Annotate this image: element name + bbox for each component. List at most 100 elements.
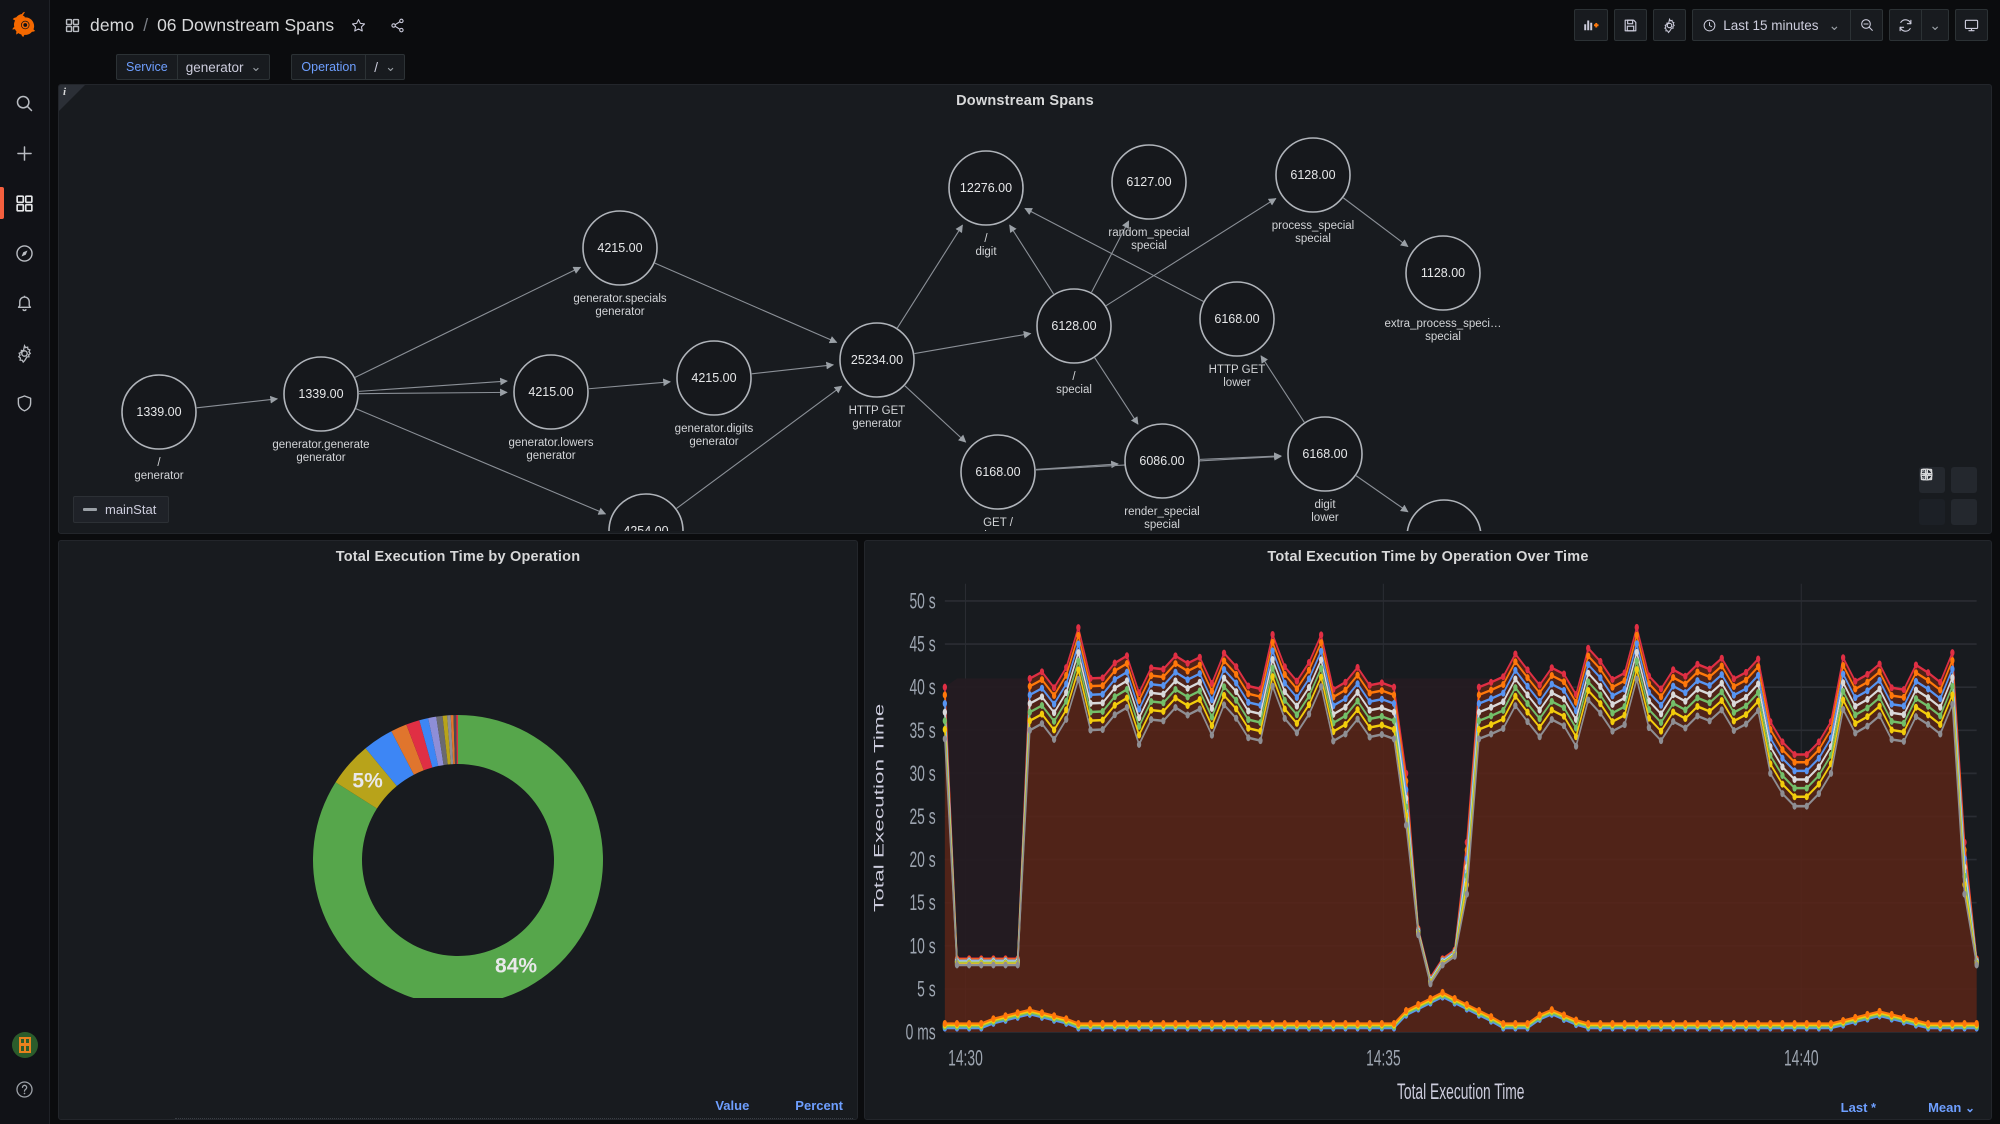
series-point <box>1561 678 1567 686</box>
series-point <box>1391 717 1397 725</box>
node-graph-node[interactable]: 6168.00 GET /lower <box>960 434 1036 531</box>
series-point <box>1695 685 1700 693</box>
node-graph-node[interactable] <box>1406 499 1482 531</box>
save-dashboard-button[interactable] <box>1614 9 1648 41</box>
add-panel-button[interactable] <box>1574 9 1609 41</box>
node-main-stat: 25234.00 <box>851 353 903 367</box>
zoom-out-time-button[interactable] <box>1851 9 1884 41</box>
time-range-group: Last 15 minutes ⌄ <box>1692 9 1884 41</box>
series-point <box>1586 652 1591 660</box>
series-point <box>1853 694 1858 702</box>
refresh-interval-dropdown[interactable]: ⌄ <box>1922 9 1949 41</box>
panel-info-icon[interactable]: i <box>63 86 66 98</box>
sidebar-item-create[interactable] <box>0 128 50 178</box>
node-graph-node[interactable]: 1339.00 generator.generategenerator <box>272 356 370 464</box>
timeseries-body[interactable]: Total Execution Time 0 ms 5 s 10 s 15 s 20 s 2… <box>865 567 1991 1119</box>
node-graph-node[interactable]: 1339.00 /generator <box>121 374 197 482</box>
node-graph-node[interactable]: 4215.00 generator.lowersgenerator <box>508 354 594 462</box>
sidebar-item-server-admin[interactable] <box>0 378 50 428</box>
node-graph-node[interactable]: 1128.00 extra_process_speci…special <box>1385 235 1502 343</box>
node-main-stat: 4215.00 <box>528 385 573 399</box>
breadcrumb-folder[interactable]: demo <box>90 15 134 36</box>
template-variables: Service generator ⌄ Operation / ⌄ <box>50 50 2000 84</box>
series-point <box>1756 655 1761 663</box>
series-point <box>1197 678 1202 686</box>
series-point <box>1889 709 1894 717</box>
layout-hierarchy-button[interactable] <box>1919 468 1945 525</box>
y-axis-tick-label: 50 s <box>910 588 936 613</box>
series-point <box>1853 720 1858 728</box>
node-graph-node[interactable]: 6127.00 random_specialspecial <box>1108 144 1190 252</box>
pie-legend-header-percent[interactable]: Percent <box>795 1098 843 1113</box>
node-graph-canvas[interactable]: 1339.00/generator 1339.00 generator.genera… <box>59 111 1991 533</box>
node-graph-node[interactable]: 25234.00 HTTP GETgenerator <box>839 322 915 430</box>
sidebar-item-dashboards[interactable] <box>0 178 50 228</box>
node-label: process_special <box>1272 220 1354 232</box>
pie-chart-body[interactable]: 84% 5% <box>59 567 857 1119</box>
node-label: / <box>1072 371 1076 383</box>
series-point <box>1707 665 1712 673</box>
node-graph-node[interactable]: 4215.00 generator.specialsgenerator <box>573 210 667 318</box>
layout-grid-button[interactable] <box>1920 468 1977 525</box>
series-point <box>1962 890 1967 898</box>
series-point <box>1027 708 1032 716</box>
series-point <box>1634 675 1639 683</box>
variable-service-select[interactable]: generator ⌄ <box>176 54 271 80</box>
chevron-down-icon: ⌄ <box>1828 16 1841 33</box>
time-range-picker[interactable]: Last 15 minutes ⌄ <box>1692 9 1852 41</box>
series-point <box>1270 655 1275 663</box>
node-label: generator.lowers <box>508 437 593 449</box>
series-point <box>1913 713 1919 721</box>
pie-legend-header-value[interactable]: Value <box>715 1098 749 1113</box>
node-graph-node[interactable]: 6086.00 render_specialspecial <box>1124 423 1200 531</box>
sidebar-item-search[interactable] <box>0 78 50 128</box>
series-point <box>1391 700 1397 708</box>
series-point <box>1221 674 1227 682</box>
node-graph-legend[interactable]: mainStat <box>73 496 170 523</box>
node-graph-node[interactable]: 6168.00 HTTP GETlower <box>1199 281 1275 389</box>
node-graph-node[interactable]: 4254.00 <box>608 493 684 531</box>
series-point <box>1197 705 1202 713</box>
kiosk-mode-button[interactable] <box>1955 9 1988 41</box>
refresh-button[interactable] <box>1889 9 1923 41</box>
pie-slice-label: 5% <box>352 769 383 792</box>
star-button[interactable] <box>343 10 373 40</box>
share-button[interactable] <box>382 10 412 40</box>
node-graph-node[interactable]: 6168.00 digitlower <box>1287 416 1363 524</box>
grafana-logo[interactable] <box>0 0 49 50</box>
variable-operation-select[interactable]: / ⌄ <box>365 54 405 80</box>
series-point <box>1634 631 1639 639</box>
series-point <box>1501 715 1506 723</box>
node-graph-node[interactable]: 6128.00 /special <box>1036 288 1112 396</box>
apps-grid-icon[interactable] <box>64 17 81 34</box>
series-point <box>942 708 947 716</box>
series-point <box>1658 710 1664 718</box>
sidebar-item-alerting[interactable] <box>0 278 50 328</box>
y-axis-tick-label: 40 s <box>910 674 936 699</box>
series-point <box>1938 703 1943 711</box>
node-label: / <box>984 233 988 245</box>
sidebar-item-help[interactable] <box>0 1072 50 1106</box>
series-point <box>1464 1001 1469 1009</box>
dashboard-settings-button[interactable] <box>1653 9 1687 41</box>
node-label: extra_process_speci… <box>1385 318 1502 330</box>
timeseries-chart: Total Execution Time 0 ms 5 s 10 s 15 s 20 s 2… <box>871 583 1979 1104</box>
sidebar-item-configuration[interactable] <box>0 328 50 378</box>
series-point <box>1877 712 1882 720</box>
series-point <box>1246 698 1251 706</box>
series-point <box>1270 630 1275 638</box>
series-point <box>1367 723 1372 732</box>
series-point <box>1161 717 1166 725</box>
series-point <box>1840 661 1846 670</box>
node-graph-node[interactable]: 12276.00 /digit <box>948 150 1024 258</box>
node-graph-node[interactable]: 6128.00 process_specialspecial <box>1272 137 1354 245</box>
sidebar-item-explore[interactable] <box>0 228 50 278</box>
series-point <box>1488 712 1494 720</box>
ts-legend-header-mean[interactable]: Mean ⌄ <box>1928 1100 1975 1115</box>
node-graph-node[interactable]: 4215.00 generator.digitsgenerator <box>675 340 754 448</box>
avatar[interactable] <box>11 1032 38 1058</box>
series-point <box>1379 679 1385 687</box>
zoom-out-button[interactable] <box>1920 467 1977 493</box>
series-point <box>1853 729 1858 737</box>
ts-legend-header-last[interactable]: Last * <box>1841 1100 1876 1115</box>
